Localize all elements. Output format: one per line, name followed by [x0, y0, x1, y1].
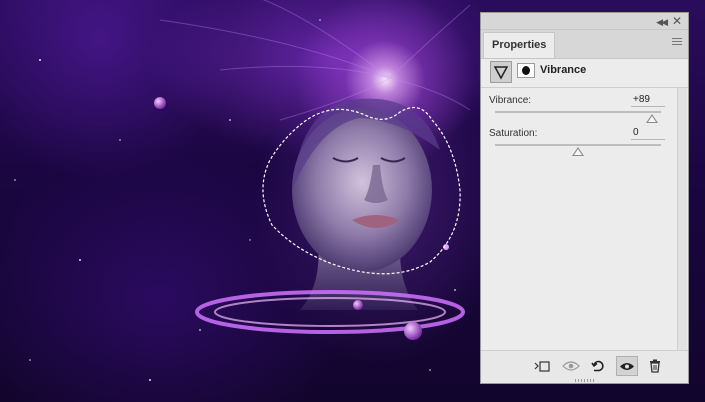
trash-icon[interactable]	[644, 356, 666, 376]
vibrance-slider-thumb[interactable]	[645, 114, 658, 123]
panel-bottom-toolbar	[481, 350, 688, 383]
saturation-value-field[interactable]: 0	[631, 127, 665, 140]
close-icon[interactable]: ✕	[672, 14, 682, 28]
adjustment-title: Vibrance	[540, 64, 587, 76]
layer-mask-icon[interactable]	[517, 63, 535, 78]
panel-resize-grip[interactable]	[575, 379, 595, 382]
toggle-visibility-eye-icon[interactable]	[616, 356, 638, 376]
properties-panel: ◀◀ ✕ Properties Vibrance Vibrance: +89 S…	[480, 12, 689, 384]
panel-tab-row: Properties	[481, 30, 688, 59]
saturation-label: Saturation:	[489, 128, 538, 139]
saturation-slider-track[interactable]	[495, 144, 661, 146]
reset-icon[interactable]	[587, 356, 609, 376]
hamburger-menu-icon[interactable]	[672, 38, 682, 47]
panel-scrollbar[interactable]	[677, 88, 687, 351]
saturation-slider-thumb[interactable]	[572, 147, 584, 156]
nebula-streaks	[159, 0, 471, 121]
vibrance-triangle-icon[interactable]	[490, 61, 512, 83]
double-chevron-left-icon[interactable]: ◀◀	[656, 15, 668, 29]
panel-title-bar[interactable]: ◀◀ ✕	[481, 13, 688, 30]
adjustment-header: Vibrance	[481, 59, 688, 88]
vibrance-slider-track[interactable]	[495, 111, 661, 113]
view-previous-state-icon[interactable]	[560, 356, 582, 376]
vibrance-label: Vibrance:	[489, 95, 532, 106]
clip-to-layer-icon[interactable]	[531, 356, 553, 376]
tab-properties[interactable]: Properties	[483, 32, 556, 58]
vibrance-value-field[interactable]: +89	[631, 94, 665, 107]
